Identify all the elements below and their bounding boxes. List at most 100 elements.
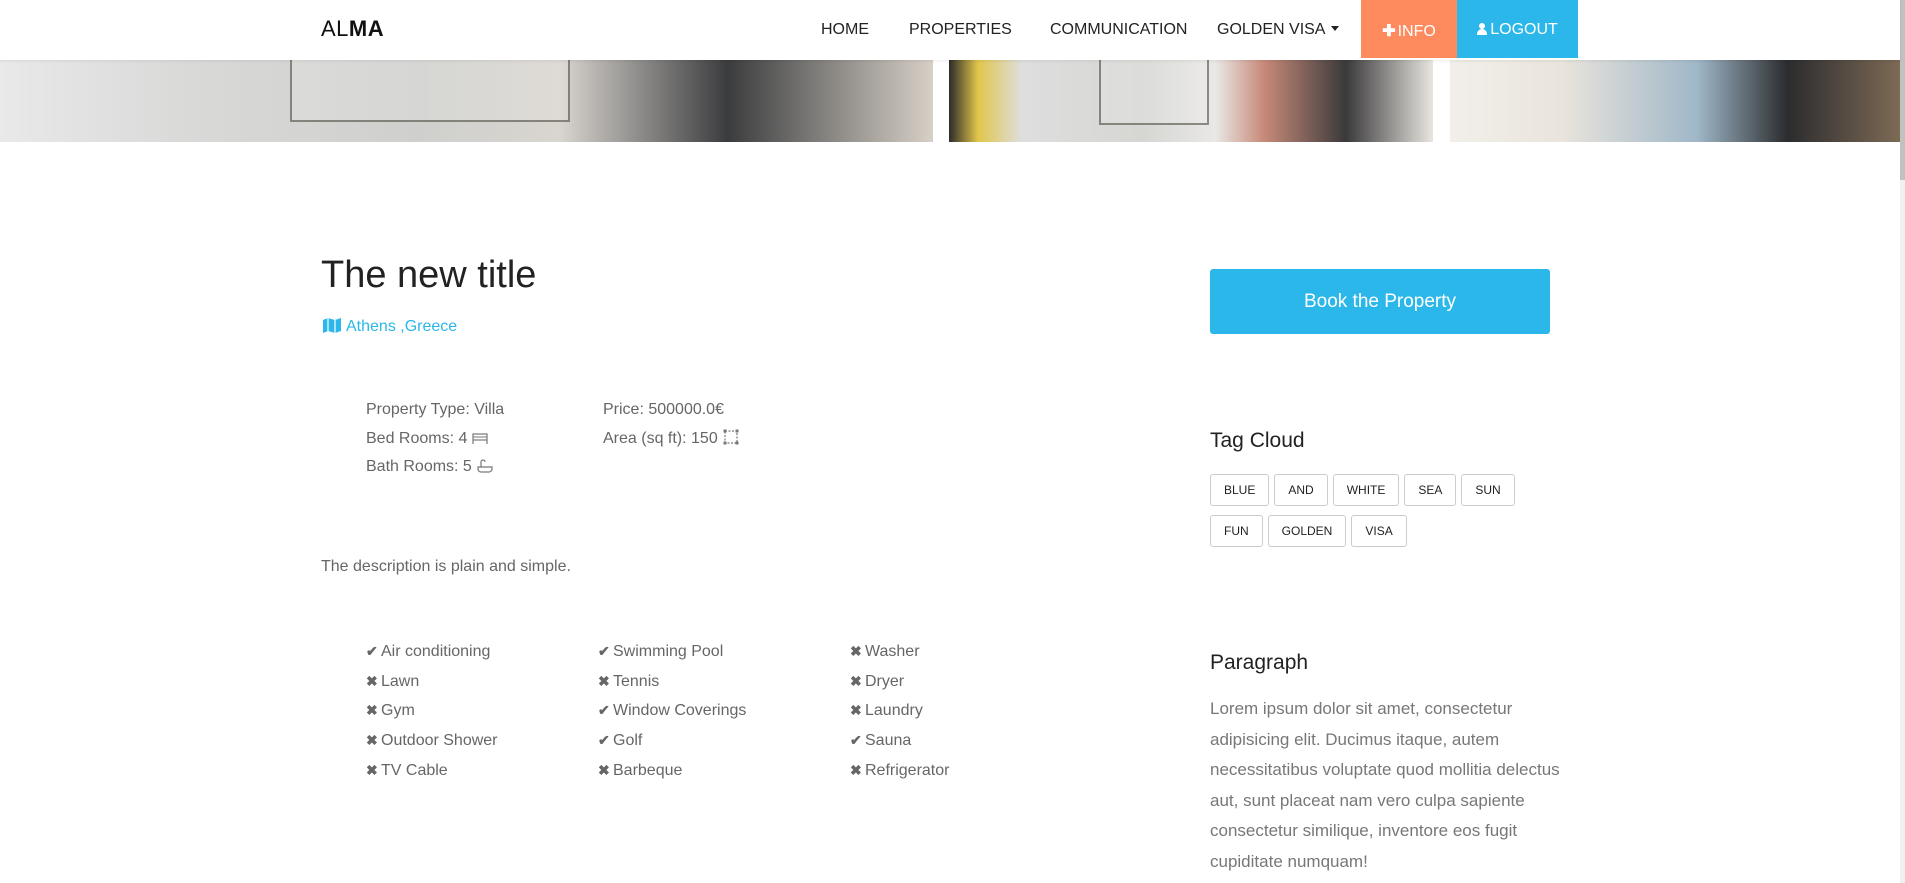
feature-label: Tennis	[613, 672, 660, 690]
property-facts-left: Property Type: Villa Bed Rooms: 4 Bath R…	[366, 396, 504, 482]
tag-and[interactable]: AND	[1274, 474, 1328, 506]
info-button[interactable]: ✚ INFO	[1361, 0, 1457, 58]
feature-label: Lawn	[381, 672, 420, 690]
property-type: Property Type: Villa	[366, 401, 505, 418]
check-icon: ✔	[598, 643, 610, 659]
feature-label: Swimming Pool	[613, 643, 724, 660]
feature-label: Golf	[613, 732, 643, 750]
cross-icon: ✖	[366, 702, 378, 719]
bed-icon	[472, 432, 488, 444]
nav-communication[interactable]: COMMUNICATION	[1050, 21, 1187, 39]
info-button-label: INFO	[1397, 23, 1436, 40]
feature-label: TV Cable	[381, 761, 448, 779]
nav-home[interactable]: HOME	[821, 21, 869, 39]
tag-visa[interactable]: VISA	[1351, 515, 1407, 547]
tag-blue[interactable]: BLUE	[1210, 474, 1270, 506]
property-facts-right: Price: 500000.0€ Area (sq ft): 150	[603, 396, 739, 453]
logout-button-label: LOGOUT	[1490, 21, 1558, 38]
feature-label: Sauna	[865, 732, 912, 750]
page-scrollbar[interactable]	[1900, 0, 1905, 883]
book-property-button[interactable]: Book the Property	[1210, 269, 1550, 334]
feature-item: ✔ Sauna	[850, 726, 949, 756]
nav-golden-visa-label: GOLDEN VISA	[1217, 21, 1326, 38]
bath-rooms-row: Bath Rooms: 5	[366, 453, 504, 482]
navbar: ALMA HOME PROPERTIES COMMUNICATION GOLDE…	[0, 0, 1900, 60]
bath-icon	[477, 459, 493, 473]
bath-rooms: Bath Rooms: 5	[366, 458, 472, 475]
feature-label: Dryer	[865, 672, 905, 690]
check-icon: ✔	[366, 643, 378, 659]
nav-golden-visa-dropdown[interactable]: GOLDEN VISA	[1217, 21, 1340, 39]
tag-cloud: BLUE AND WHITE SEA SUN FUN GOLDEN VISA	[1210, 474, 1570, 556]
logout-button[interactable]: LOGOUT	[1457, 0, 1578, 58]
cross-icon: ✖	[366, 672, 378, 689]
tag-fun[interactable]: FUN	[1210, 515, 1263, 547]
paragraph-text: Lorem ipsum dolor sit amet, consectetur …	[1210, 699, 1560, 871]
cross-icon: ✖	[850, 672, 862, 689]
cross-icon: ✖	[366, 761, 378, 778]
logo-part2: MA	[348, 16, 385, 41]
cross-icon: ✖	[850, 702, 862, 719]
gallery-image-3[interactable]	[1450, 60, 1900, 142]
cross-icon: ✖	[850, 761, 862, 778]
features-column-2: ✔ Swimming Pool ✖ Tennis ✔ Window Coverings…	[598, 637, 746, 786]
feature-item: ✖ Lawn	[366, 667, 498, 697]
feature-item: ✔ Golf	[598, 726, 746, 756]
feature-item: ✖ Refrigerator	[850, 756, 949, 786]
check-icon: ✔	[598, 732, 610, 749]
feature-label: Laundry	[865, 702, 923, 720]
tag-golden[interactable]: GOLDEN	[1267, 515, 1347, 547]
glass-table-shape	[1099, 60, 1209, 125]
scrollbar-thumb[interactable]	[1900, 0, 1905, 180]
tag-sun[interactable]: SUN	[1461, 474, 1515, 506]
property-description: The description is plain and simple.	[321, 558, 571, 575]
logo-part1: AL	[321, 16, 349, 41]
map-icon	[323, 318, 341, 333]
cross-icon: ✖	[598, 672, 610, 689]
area-icon	[723, 429, 739, 444]
plus-icon: ✚	[1382, 23, 1396, 40]
tag-white[interactable]: WHITE	[1332, 474, 1400, 506]
bed-rooms: Bed Rooms: 4	[366, 429, 468, 447]
feature-item: ✔ Swimming Pool	[598, 637, 746, 667]
cross-icon: ✖	[366, 732, 378, 749]
bed-rooms-row: Bed Rooms: 4	[366, 425, 504, 454]
gallery-image-2[interactable]	[949, 60, 1433, 142]
feature-item: ✖ Laundry	[850, 696, 949, 726]
feature-label: Air conditioning	[381, 643, 491, 660]
property-gallery	[0, 60, 1900, 142]
feature-item: ✖ Washer	[850, 637, 949, 667]
location-label: Athens ,Greece	[346, 318, 458, 335]
feature-item: ✖ Gym	[366, 696, 498, 726]
feature-item: ✖ Outdoor Shower	[366, 726, 498, 756]
feature-label: Outdoor Shower	[381, 732, 498, 750]
tag-cloud-heading: Tag Cloud	[1210, 429, 1305, 452]
tag-sea[interactable]: SEA	[1404, 474, 1457, 506]
user-icon	[1477, 23, 1488, 35]
check-icon: ✔	[598, 702, 610, 719]
property-title: The new title	[321, 254, 537, 296]
property-price: Price: 500000.0€	[603, 401, 724, 418]
feature-label: Barbeque	[613, 761, 683, 779]
logo[interactable]: ALMA	[321, 16, 384, 42]
feature-label: Gym	[381, 702, 415, 720]
feature-item: ✖ Barbeque	[598, 756, 746, 786]
cross-icon: ✖	[850, 643, 862, 659]
feature-item: ✔ Window Coverings	[598, 696, 746, 726]
feature-label: Window Coverings	[613, 702, 747, 720]
feature-label: Washer	[865, 643, 920, 660]
property-location[interactable]: Athens ,Greece	[323, 318, 457, 336]
check-icon: ✔	[850, 732, 862, 749]
nav-properties[interactable]: PROPERTIES	[909, 21, 1012, 39]
property-area: Area (sq ft): 150	[603, 429, 718, 447]
glass-table-shape	[290, 60, 570, 122]
area-row: Area (sq ft): 150	[603, 425, 739, 454]
feature-item: ✖ TV Cable	[366, 756, 498, 786]
feature-item: ✔ Air conditioning	[366, 637, 498, 667]
paragraph-heading: Paragraph	[1210, 651, 1309, 674]
feature-label: Refrigerator	[865, 761, 950, 779]
features-column-1: ✔ Air conditioning ✖ Lawn ✖ Gym ✖ Outdoor Sh…	[366, 637, 498, 786]
caret-down-icon	[1331, 26, 1340, 31]
gallery-image-1[interactable]	[0, 60, 933, 142]
cross-icon: ✖	[598, 761, 610, 778]
